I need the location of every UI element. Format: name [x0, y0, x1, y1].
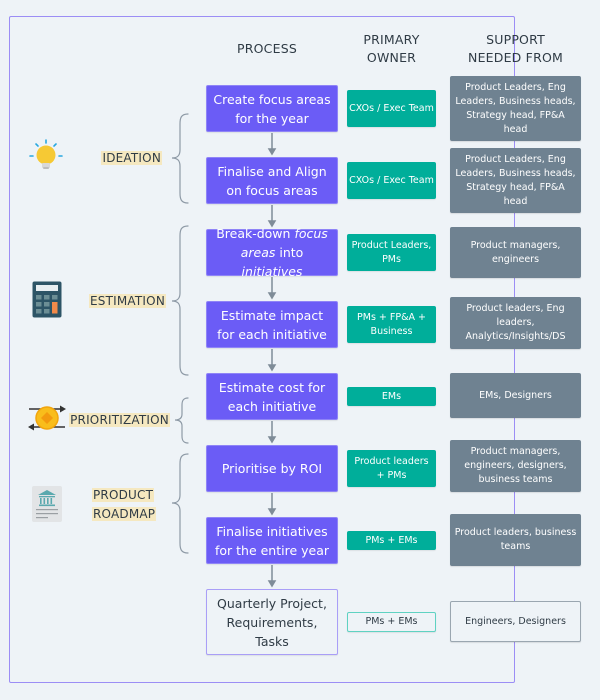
arrow-7-8-head	[267, 580, 277, 588]
support-pm-eng-design-business[interactable]: Product managers, engineers, designers, …	[450, 440, 581, 492]
brace-estimation	[171, 225, 189, 376]
support-text: Product leaders, Eng leaders, Analytics/…	[465, 303, 566, 342]
brace-product-roadmap	[171, 453, 189, 554]
process-step-estimate-impact[interactable]: Estimate impact for each initiative	[206, 301, 338, 348]
process-step-finalise-align[interactable]: Finalise and Align on focus areas	[206, 157, 338, 204]
support-text: Product Leaders, Eng Leaders, Business h…	[455, 153, 576, 207]
support-text: Product leaders, business teams	[454, 527, 577, 552]
process-step-break-down[interactable]: Break-down focus areas into initiatives	[206, 226, 338, 279]
owner-text: PMs + EMs	[365, 616, 418, 627]
process-step-quarterly-project[interactable]: Quarterly Project, Requirements, Tasks	[206, 589, 338, 655]
text-part: Break-down	[216, 226, 295, 241]
process-step-text: Estimate impact for each initiative	[217, 307, 327, 342]
support-engineers-designers[interactable]: Engineers, Designers	[450, 601, 581, 642]
owner-pms-ems-quarterly[interactable]: PMs + EMs	[347, 612, 436, 632]
process-step-text: Finalise initiatives for the entire year	[214, 523, 330, 558]
process-step-text: Break-down focus areas into initiatives	[211, 224, 333, 281]
bank-document-icon	[32, 486, 62, 522]
support-text: Product Leaders, Eng Leaders, Business h…	[455, 81, 576, 135]
process-step-finalise-initiatives[interactable]: Finalise initiatives for the entire year	[206, 517, 338, 564]
support-text: EMs, Designers	[479, 389, 552, 401]
text-part-italic: initiatives	[241, 264, 303, 279]
arrow-1-2-head	[267, 148, 277, 156]
owner-product-leaders-pms[interactable]: Product Leaders, PMs	[347, 234, 436, 271]
arrow-5-6-head	[267, 436, 277, 444]
owner-text: Product Leaders, PMs	[351, 239, 432, 265]
owner-pms-ems[interactable]: PMs + EMs	[347, 531, 436, 550]
owner-cxos-1[interactable]: CXOs / Exec Team	[347, 90, 436, 127]
support-product-managers-engineers[interactable]: Product managers, engineers	[450, 227, 581, 278]
process-step-create-focus-areas[interactable]: Create focus areas for the year	[206, 85, 338, 132]
process-step-text: Quarterly Project, Requirements, Tasks	[217, 595, 327, 649]
support-text: Product managers, engineers, designers, …	[464, 446, 567, 485]
text-part: into	[275, 245, 304, 260]
support-text: Engineers, Designers	[465, 615, 566, 627]
support-product-leaders-business[interactable]: Product leaders, business teams	[450, 514, 581, 566]
owner-text: CXOs / Exec Team	[349, 102, 434, 114]
owner-pms-fpa-business[interactable]: PMs + FP&A + Business	[347, 306, 436, 343]
support-ems-designers[interactable]: EMs, Designers	[450, 373, 581, 418]
owner-text: Product leaders + PMs	[354, 455, 429, 481]
arrow-3-4-head	[267, 292, 277, 300]
lightbulb-icon	[29, 139, 63, 169]
owner-product-leaders-plus-pms[interactable]: Product leaders + PMs	[347, 450, 436, 487]
brace-ideation	[171, 113, 189, 204]
calculator-icon	[32, 281, 62, 318]
process-step-text: Estimate cost for each initiative	[218, 379, 326, 414]
owner-text: CXOs / Exec Team	[349, 174, 434, 186]
owner-text: PMs + EMs	[365, 534, 418, 546]
owner-cxos-2[interactable]: CXOs / Exec Team	[347, 162, 436, 199]
process-step-estimate-cost[interactable]: Estimate cost for each initiative	[206, 373, 338, 420]
support-text: Product managers, engineers	[470, 239, 561, 265]
process-step-prioritise-roi[interactable]: Prioritise by ROI	[206, 445, 338, 492]
owner-text: PMs + FP&A + Business	[357, 311, 426, 337]
arrow-4-5-head	[267, 364, 277, 372]
process-step-text: Create focus areas for the year	[213, 91, 331, 126]
exchange-coin-icon	[28, 405, 66, 431]
owner-text: EMs	[381, 390, 402, 402]
process-step-text: Prioritise by ROI	[221, 461, 323, 476]
support-leaders-2[interactable]: Product Leaders, Eng Leaders, Business h…	[450, 148, 581, 213]
arrow-6-7-head	[267, 508, 277, 516]
brace-prioritization	[174, 397, 189, 444]
owner-ems[interactable]: EMs	[347, 387, 436, 406]
support-product-eng-analytics[interactable]: Product leaders, Eng leaders, Analytics/…	[450, 297, 581, 349]
process-step-text: Finalise and Align on focus areas	[217, 163, 327, 198]
support-leaders-1[interactable]: Product Leaders, Eng Leaders, Business h…	[450, 76, 581, 141]
